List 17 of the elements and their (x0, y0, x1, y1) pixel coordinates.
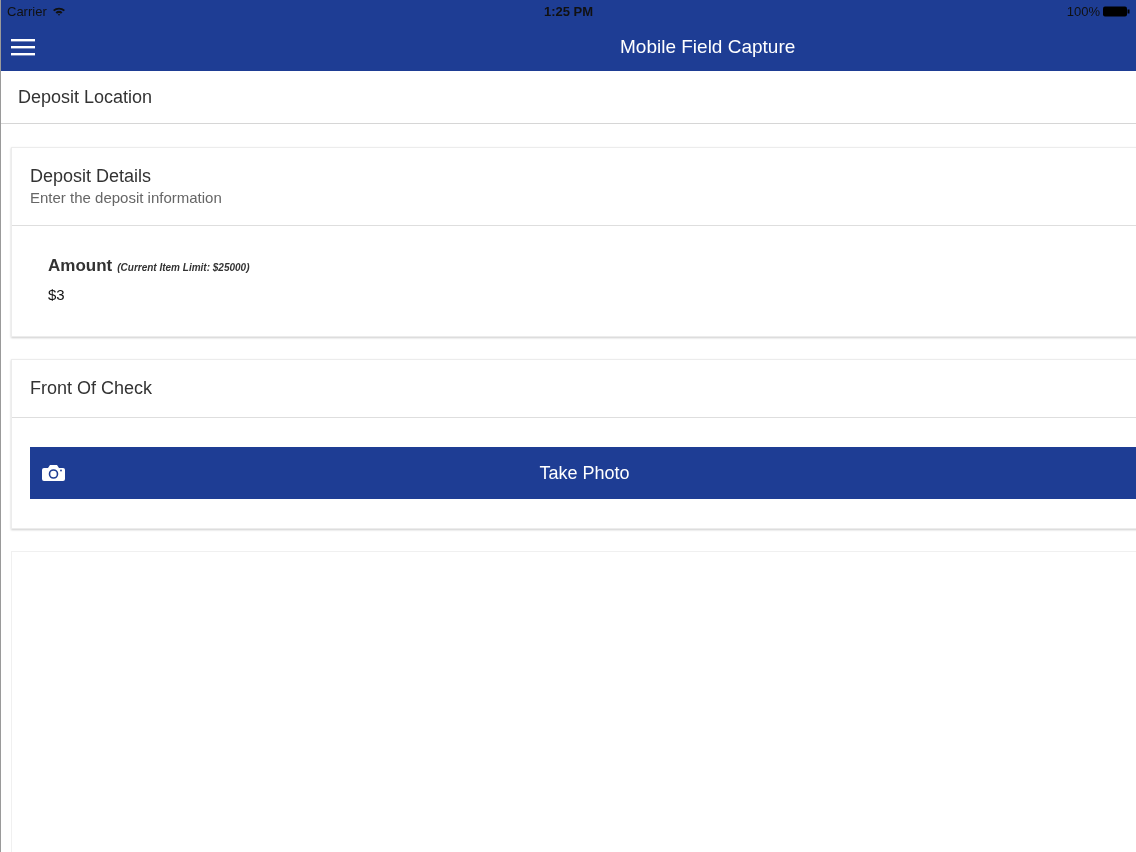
field-label: Amount (48, 256, 113, 276)
limit-note: (Current Item Limit: $25000) (117, 262, 250, 273)
status-time: 1:25 PM (543, 3, 594, 19)
battery-icon (1103, 5, 1130, 17)
wifi-icon (51, 6, 66, 16)
app-title: Mobile Field Capture (620, 35, 796, 58)
battery-percent: 100% (1066, 3, 1100, 19)
amount-field[interactable]: $3 (48, 286, 348, 303)
take-photo-button[interactable]: Take Photo (30, 447, 1136, 499)
location-label: Deposit Location (18, 86, 153, 108)
card-subtitle: Enter the deposit information (30, 189, 223, 206)
location-row[interactable]: Deposit Location (1, 71, 1136, 124)
camera-icon (42, 464, 65, 482)
card-title: Front Of Check (30, 378, 154, 399)
carrier-name: Carrier (7, 3, 47, 19)
card-title: Deposit Details (30, 166, 153, 187)
menu-button[interactable] (11, 37, 35, 56)
